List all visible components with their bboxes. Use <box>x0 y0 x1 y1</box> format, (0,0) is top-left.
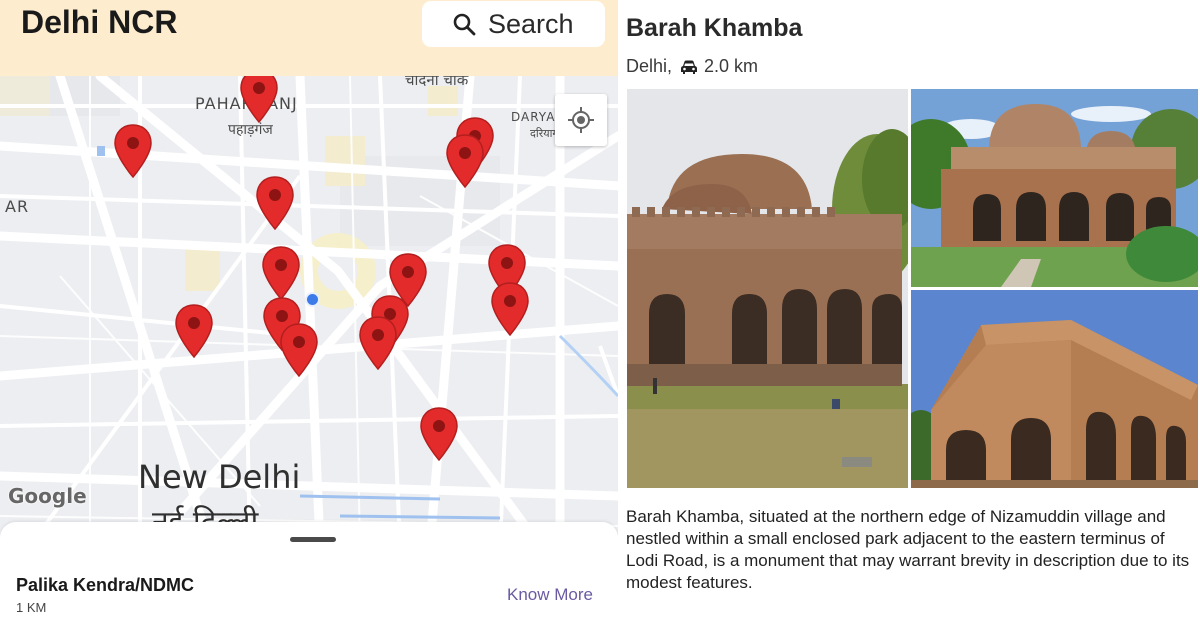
map-label-ar: AR <box>5 197 30 216</box>
app-header: Delhi NCR Search <box>0 0 618 76</box>
map-marker[interactable] <box>113 123 153 179</box>
photo-gallery <box>627 89 1198 489</box>
monument-photo-top-image <box>911 89 1198 287</box>
map-pin-icon <box>420 407 458 462</box>
map-marker[interactable] <box>239 76 279 124</box>
page-title: Delhi NCR <box>21 4 178 40</box>
crosshair-icon <box>568 107 594 133</box>
car-icon <box>681 60 698 74</box>
location-meta: Delhi, 2.0 km <box>626 56 758 77</box>
my-location-button[interactable] <box>555 94 607 146</box>
search-label: Search <box>488 8 574 39</box>
map-pin-icon <box>359 316 397 371</box>
map-pin-icon <box>240 76 278 124</box>
google-logo: Google <box>8 484 87 508</box>
monument-photo-bottom-image <box>911 290 1198 488</box>
map-pin-icon <box>175 304 213 359</box>
map-marker[interactable] <box>358 315 398 371</box>
monument-description: Barah Khamba, situated at the northern e… <box>626 507 1190 592</box>
city-label: Delhi, <box>626 56 673 76</box>
map-marker[interactable] <box>490 281 530 337</box>
map-marker[interactable] <box>174 303 214 359</box>
distance-label: 2.0 km <box>704 56 759 76</box>
detail-screen: Barah Khamba Delhi, 2.0 km Barah Khamba,… <box>618 0 1200 628</box>
know-more-link[interactable]: Know More <box>507 585 593 605</box>
map-label-chandni-chowk: चांदनी चौक <box>405 76 469 89</box>
map-marker[interactable] <box>261 245 301 301</box>
search-button[interactable]: Search <box>422 1 605 47</box>
bottom-sheet[interactable]: Palika Kendra/NDMC 1 KM Know More <box>0 522 618 628</box>
map-pin-icon <box>262 246 300 301</box>
map-pin-icon <box>256 176 294 231</box>
map-pin-icon <box>491 282 529 337</box>
map-marker[interactable] <box>255 175 295 231</box>
place-name: Palika Kendra/NDMC <box>16 575 195 595</box>
drag-handle[interactable] <box>290 537 336 542</box>
map-marker[interactable] <box>419 406 459 462</box>
user-location-dot <box>305 292 320 307</box>
map-marker[interactable] <box>445 133 485 189</box>
map-pin-icon <box>446 134 484 189</box>
map-pin-icon <box>280 323 318 378</box>
monument-photo-main[interactable] <box>627 89 908 488</box>
map-pin-icon <box>114 124 152 179</box>
monument-title: Barah Khamba <box>626 14 803 42</box>
map-label-new-delhi: New Delhi <box>138 458 301 496</box>
monument-photo-bottom[interactable] <box>911 290 1198 488</box>
monument-photo-top[interactable] <box>911 89 1198 287</box>
monument-photo-main-image <box>627 89 908 488</box>
place-distance: 1 KM <box>16 600 47 615</box>
map-marker[interactable] <box>279 322 319 378</box>
map-view[interactable]: चांदनी चौक PAHARGANJ पहाड़गंज DARYAG दरि… <box>0 76 618 546</box>
search-icon <box>453 13 476 36</box>
map-screen: चांदनी चौक PAHARGANJ पहाड़गंज DARYAG दरि… <box>0 0 618 628</box>
